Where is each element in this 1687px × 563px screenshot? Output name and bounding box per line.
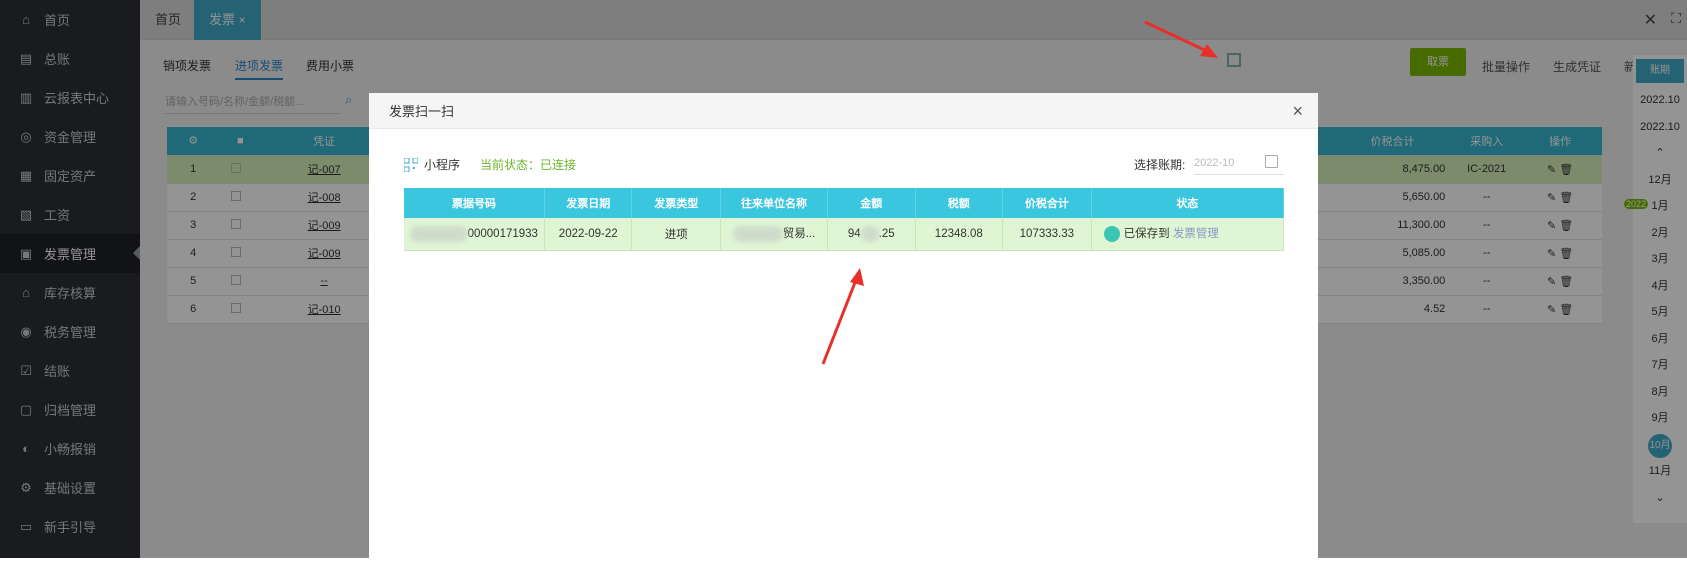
invoice-date: 2022-09-22 xyxy=(544,218,633,251)
mini-program-label: 小程序 xyxy=(424,158,461,172)
invoice-manage-link[interactable]: 发票管理 xyxy=(1173,228,1219,240)
dialog-title: 发票扫一扫 xyxy=(389,104,455,119)
column-header: 税额 xyxy=(915,188,1004,218)
status-text: 已保存到 xyxy=(1123,228,1170,241)
column-header: 发票类型 xyxy=(631,188,722,218)
column-header: 发票日期 xyxy=(544,188,633,218)
status-value: 已连接 xyxy=(540,158,577,172)
column-header: 价税合计 xyxy=(1002,188,1092,218)
qr-code-icon xyxy=(404,157,418,172)
calendar-icon[interactable] xyxy=(1265,155,1278,168)
period-label: 选择账期: xyxy=(1134,158,1186,172)
redacted-blur xyxy=(409,225,468,242)
amount-prefix: 94 xyxy=(847,227,861,240)
total-amount: 107333.33 xyxy=(1002,218,1092,251)
scanned-invoice-table: 票据号码 发票日期 发票类型 往来单位名称 金额 税额 价税合计 状态 00000171933… xyxy=(404,188,1285,251)
scan-invoice-dialog: 发票扫一扫 × 小程序 当前状态： 已连接 选择账期: 2022-10 票据号码发… xyxy=(369,93,1318,563)
company-name: 贸易... xyxy=(782,228,816,241)
table-row[interactable]: 00000171933 2022-09-22 进项 贸易... 94 .25 12… xyxy=(404,218,1285,251)
column-header: 往来单位名称 xyxy=(720,188,829,218)
invoice-type: 进项 xyxy=(631,218,722,251)
tax-amount: 12348.08 xyxy=(915,218,1004,251)
redacted-blur xyxy=(860,225,879,242)
column-header: 金额 xyxy=(827,188,916,218)
column-header: 状态 xyxy=(1091,188,1285,218)
invoice-number: 00000171933 xyxy=(467,227,538,240)
column-header: 票据号码 xyxy=(404,188,545,218)
redacted-blur xyxy=(732,226,783,243)
status-label: 当前状态： xyxy=(480,158,541,172)
close-dialog-icon[interactable]: × xyxy=(1292,101,1303,122)
saved-icon xyxy=(1103,226,1120,243)
amount-suffix: .25 xyxy=(878,227,895,240)
